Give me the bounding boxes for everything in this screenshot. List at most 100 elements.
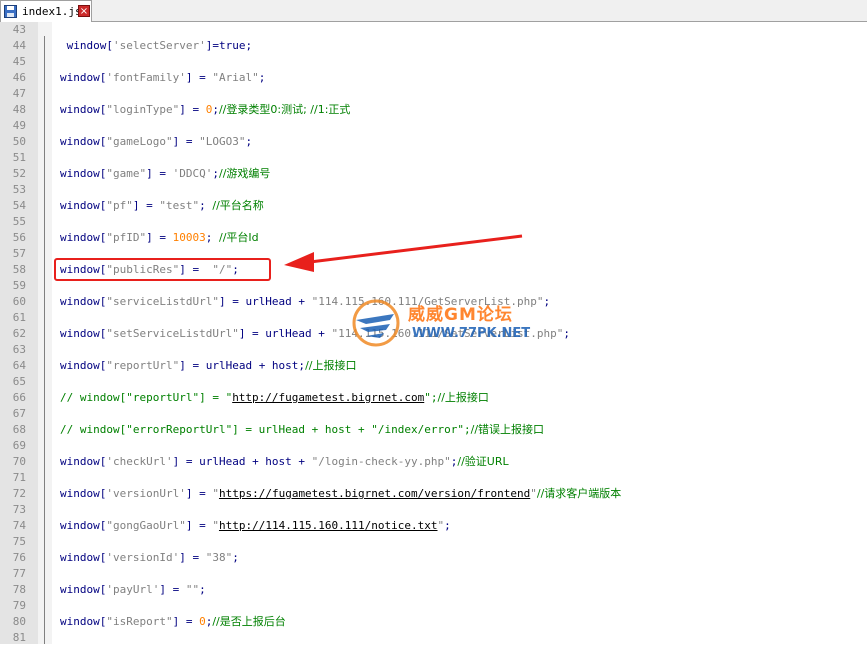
code-line[interactable]: 80 window["isReport"] = 0;//是否上报后台 [0,614,867,630]
code-line[interactable]: 45 [0,54,867,70]
line-number: 57 [12,247,26,260]
line-number: 50 [12,135,26,148]
code-text: window["gameLogo"] = "LOGO3"; [60,134,252,150]
close-tab-icon[interactable]: × [78,5,90,17]
code-token: "setServiceListdUrl" [106,327,239,340]
line-number: 54 [12,199,26,212]
code-line[interactable]: 65 [0,374,867,390]
code-text: window['versionUrl'] = "https://fugamete… [60,486,621,502]
code-token: ; [212,103,219,116]
code-token: "isReport" [106,615,173,628]
code-token: 'payUrl' [106,583,160,596]
code-token: "pf" [106,199,133,212]
code-line[interactable]: 49 [0,118,867,134]
code-token: "pfID" [106,231,147,244]
line-number: 53 [12,183,26,196]
code-token: " [212,519,219,532]
code-line[interactable]: 47 [0,86,867,102]
code-token: ; [444,519,451,532]
code-line[interactable]: 73 [0,502,867,518]
code-token: //是否上报后台 [212,615,286,628]
code-line[interactable]: 77 [0,566,867,582]
code-token: window[ [60,39,113,52]
code-line[interactable]: 66 // window["reportUrl"] = "http://fugam… [0,390,867,406]
code-line[interactable]: 76 window['versionId'] = "38"; [0,550,867,566]
line-number: 51 [12,151,26,164]
code-token: ; [258,71,266,84]
code-token: ] = [172,135,200,148]
line-number: 66 [12,391,26,404]
code-token: window[ [60,167,107,180]
code-line[interactable]: 52 window["game"] = 'DDCQ';//游戏编号 [0,166,867,182]
code-line[interactable]: 69 [0,438,867,454]
code-line[interactable]: 46 window['fontFamily'] = "Arial"; [0,70,867,86]
code-line[interactable]: 50 window["gameLogo"] = "LOGO3"; [0,134,867,150]
code-token: //请求客户端版本 [536,487,622,500]
code-token: 'selectServer' [112,39,206,52]
code-text: window['versionId'] = "38"; [60,550,239,566]
code-token: " [212,487,219,500]
code-token: window[ [60,71,107,84]
code-token: //登录类型0:测试; //1:正式 [218,103,351,116]
code-token: ; [245,135,253,148]
code-token: "loginType" [106,103,180,116]
code-token: "LOGO3" [199,135,246,148]
code-token: 'fontFamily' [106,71,186,84]
code-line[interactable]: 70 window['checkUrl'] = urlHead + host + … [0,454,867,470]
line-number: 61 [12,311,26,324]
file-tab[interactable]: index1.js × [0,0,92,22]
code-line[interactable]: 67 [0,406,867,422]
code-token: // window["errorReportUrl"] = urlHead + … [60,423,471,436]
code-token: ] = [185,519,213,532]
code-token: window[ [60,103,107,116]
watermark: 威威GM论坛 WWW.77PK.NET [346,298,546,348]
code-token: window[ [60,359,107,372]
watermark-url: WWW.77PK.NET [412,326,531,341]
code-line[interactable]: 75 [0,534,867,550]
code-token: ] = [146,167,173,180]
code-token: // window["reportUrl"] = " [60,391,233,404]
code-line[interactable]: 79 [0,598,867,614]
line-number: 58 [12,263,26,276]
line-number: 63 [12,343,26,356]
code-line[interactable]: 71 [0,470,867,486]
code-line[interactable]: 53 [0,182,867,198]
code-token: ]=true; [205,39,253,52]
line-number: 69 [12,439,26,452]
line-number: 60 [12,295,26,308]
code-token: ; [199,583,206,596]
line-number: 74 [12,519,26,532]
code-line[interactable]: 44 window['selectServer']=true; [0,38,867,54]
code-text: window['selectServer']=true; [60,38,252,54]
code-text: window["loginType"] = 0;//登录类型0:测试; //1:… [60,102,350,118]
code-token: "/login-check-yy.php" [311,455,451,468]
code-line[interactable]: 43 [0,22,867,38]
code-line[interactable]: 78 window['payUrl'] = ""; [0,582,867,598]
line-number: 71 [12,471,26,484]
code-token: "Arial" [212,71,259,84]
code-token: https://fugametest.bigrnet.com/version/f… [218,487,531,500]
code-token: 0 [199,615,206,628]
code-line[interactable]: 72 window['versionUrl'] = "https://fugame… [0,486,867,502]
code-token: ] = [179,551,206,564]
code-token: window[ [60,135,107,148]
code-token: ] = urlHead + host; [179,359,306,372]
line-number: 44 [12,39,26,52]
code-line[interactable]: 51 [0,150,867,166]
code-line[interactable]: 54 window["pf"] = "test"; //平台名称 [0,198,867,214]
save-icon [4,5,17,18]
code-token: window[ [60,615,107,628]
arrow-annotation [284,234,523,272]
code-text: window["gongGaoUrl"] = "http://114.115.1… [60,518,451,534]
code-line[interactable]: 68 // window["errorReportUrl"] = urlHead … [0,422,867,438]
code-line[interactable]: 64 window["reportUrl"] = urlHead + host;/… [0,358,867,374]
code-token: window[ [60,199,107,212]
code-token: //平台名称 [212,199,264,212]
code-token: 'versionId' [106,551,180,564]
code-line[interactable]: 74 window["gongGaoUrl"] = "http://114.115… [0,518,867,534]
code-text: window["isReport"] = 0;//是否上报后台 [60,614,286,630]
line-number: 80 [12,615,26,628]
line-number: 79 [12,599,26,612]
code-text: window["game"] = 'DDCQ';//游戏编号 [60,166,270,182]
code-line[interactable]: 48 window["loginType"] = 0;//登录类型0:测试; //… [0,102,867,118]
